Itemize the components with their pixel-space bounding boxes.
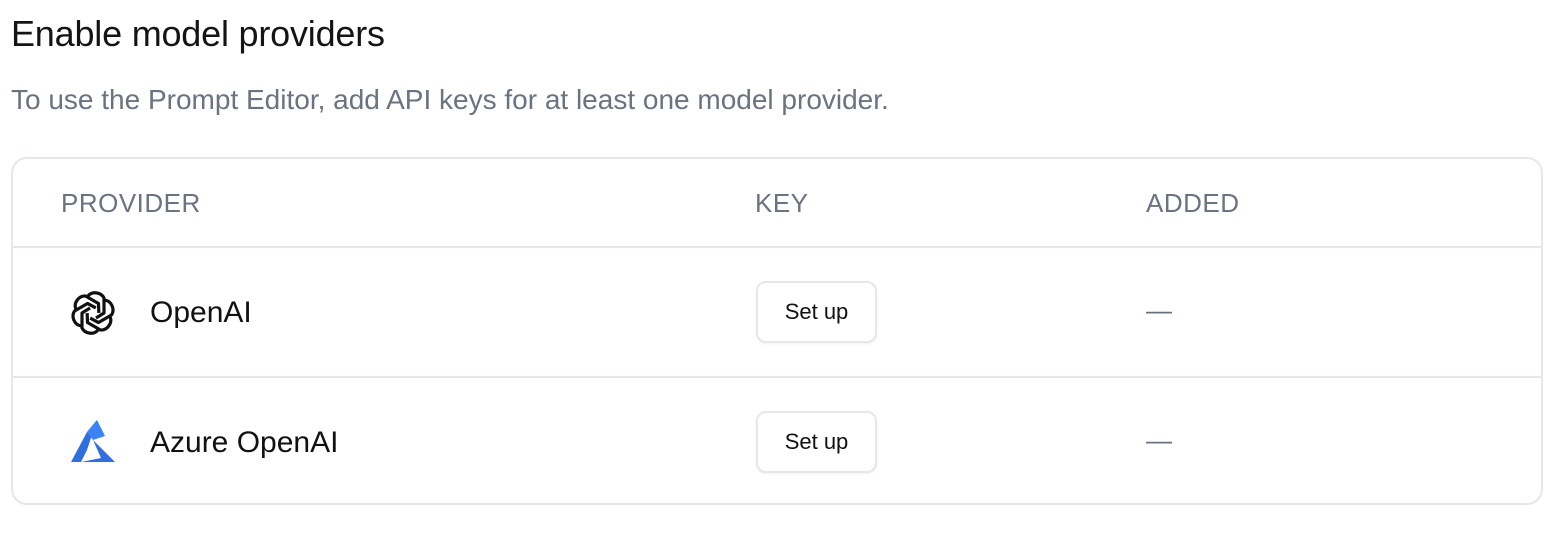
azure-openai-setup-button[interactable]: Set up bbox=[756, 411, 877, 473]
column-header-added: ADDED bbox=[1146, 188, 1240, 218]
page-title: Enable model providers bbox=[11, 13, 385, 54]
table-row-openai: OpenAI Set up — bbox=[13, 248, 1541, 378]
providers-table: PROVIDER KEY ADDED OpenAI Set up — Azure… bbox=[11, 157, 1543, 505]
azure-openai-added-value: — bbox=[1146, 425, 1172, 455]
column-header-key: KEY bbox=[755, 188, 809, 218]
azure-logo-icon bbox=[67, 418, 119, 468]
openai-setup-button[interactable]: Set up bbox=[756, 281, 877, 343]
table-row-azure-openai: Azure OpenAI Set up — bbox=[13, 378, 1541, 503]
page-subtitle: To use the Prompt Editor, add API keys f… bbox=[11, 84, 889, 115]
provider-name-azure-openai: Azure OpenAI bbox=[150, 426, 339, 459]
provider-name-openai: OpenAI bbox=[150, 296, 252, 329]
openai-added-value: — bbox=[1146, 295, 1172, 325]
openai-logo-icon bbox=[67, 288, 119, 338]
column-header-provider: PROVIDER bbox=[61, 188, 201, 218]
table-header-row: PROVIDER KEY ADDED bbox=[13, 159, 1541, 248]
